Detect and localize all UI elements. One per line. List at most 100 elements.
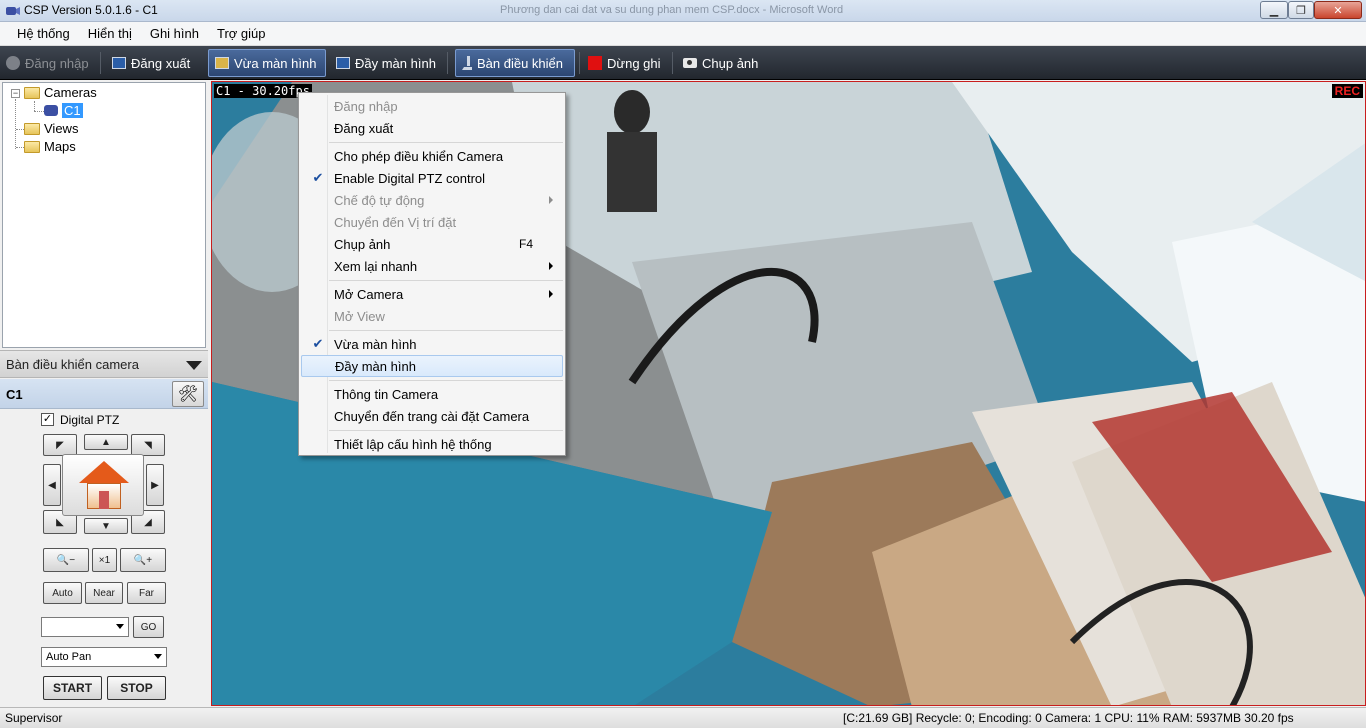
ptz-right-button[interactable]: ▶ <box>146 464 164 506</box>
zoom-reset-label: ×1 <box>98 554 111 566</box>
ptz-left-button[interactable]: ◀ <box>43 464 61 506</box>
fit-screen-icon <box>215 57 229 69</box>
ctx-login-label: Đăng nhập <box>334 98 398 114</box>
camera-panel-header[interactable]: Bàn điều khiển camera <box>0 350 208 378</box>
camera-panel-title: Bàn điều khiển camera <box>6 357 139 372</box>
maximize-button[interactable]: ❐ <box>1288 1 1314 19</box>
ctx-camera-info[interactable]: Thông tin Camera <box>301 383 563 405</box>
start-label: START <box>52 681 93 695</box>
toolbar-divider <box>100 52 101 74</box>
zoom-reset-button[interactable]: ×1 <box>92 548 117 572</box>
background-window-title: Phương dan cai dat va su dung phan mem C… <box>500 4 844 16</box>
submenu-arrow-icon <box>549 196 553 204</box>
ctx-snapshot-shortcut: F4 <box>518 237 533 251</box>
ptz-home-button[interactable] <box>62 454 144 516</box>
menu-separator <box>329 142 563 143</box>
ctx-login[interactable]: Đăng nhập <box>301 95 563 117</box>
control-panel-button[interactable]: Bàn điều khiển <box>455 49 575 77</box>
record-stop-icon <box>588 56 602 70</box>
ctx-full-screen[interactable]: Đầy màn hình <box>301 355 563 377</box>
ctx-logout[interactable]: Đăng xuất <box>301 117 563 139</box>
title-bar: CSP Version 5.0.1.6 - C1 Phương dan cai … <box>0 0 1366 22</box>
ctx-full-screen-label: Đầy màn hình <box>335 358 416 374</box>
ctx-allow-camera-control[interactable]: Cho phép điều khiển Camera <box>301 145 563 167</box>
ctx-snapshot[interactable]: Chụp ảnh F4 <box>301 233 563 255</box>
minimize-icon: ▁ <box>1269 4 1279 17</box>
login-button[interactable]: Đăng nhập <box>0 49 95 77</box>
ctx-snapshot-label: Chụp ảnh <box>334 236 391 252</box>
go-button[interactable]: GO <box>133 616 164 638</box>
menu-help[interactable]: Trợ giúp <box>208 26 275 41</box>
preset-dropdown[interactable] <box>41 617 129 637</box>
start-button[interactable]: START <box>43 676 102 700</box>
folder-icon <box>24 122 40 135</box>
focus-near-button[interactable]: Near <box>85 582 123 604</box>
arrow-up-right-icon: ◥ <box>144 439 152 451</box>
menu-bar: Hệ thống Hiển thị Ghi hình Trợ giúp <box>0 22 1366 46</box>
stop-record-button[interactable]: Dừng ghi <box>582 49 667 77</box>
camera-tools-button[interactable]: 🛠 <box>172 381 204 407</box>
status-bar: Supervisor [C:21.69 GB] Recycle: 0; Enco… <box>0 707 1366 728</box>
focus-far-button[interactable]: Far <box>127 582 166 604</box>
menu-record[interactable]: Ghi hình <box>141 26 208 41</box>
ptz-controls: ✓ Digital PTZ ◤ ▲ ◥ ◀ ▶ ◣ ▼ ◢ 🔍− ×1 🔍+ A… <box>0 410 208 705</box>
minimize-button[interactable]: ▁ <box>1260 1 1288 19</box>
menu-system[interactable]: Hệ thống <box>8 26 79 41</box>
ctx-auto-mode[interactable]: Chế độ tự động <box>301 189 563 211</box>
menu-view[interactable]: Hiển thị <box>79 26 141 41</box>
toolbar: Đăng nhập Đăng xuất Vừa màn hình Đầy màn… <box>0 46 1366 80</box>
menu-separator <box>329 430 563 431</box>
ctx-quick-review[interactable]: Xem lại nhanh <box>301 255 563 277</box>
close-button[interactable]: ✕ <box>1314 1 1362 19</box>
toolbar-divider <box>447 52 448 74</box>
ctx-quick-review-label: Xem lại nhanh <box>334 258 418 274</box>
ctx-open-camera[interactable]: Mở Camera <box>301 283 563 305</box>
collapse-arrow-icon[interactable] <box>186 361 202 370</box>
ptz-down-button[interactable]: ▼ <box>84 518 128 534</box>
snapshot-button[interactable]: Chụp ảnh <box>677 49 764 77</box>
zoom-in-button[interactable]: 🔍+ <box>120 548 166 572</box>
close-icon: ✕ <box>1333 4 1343 17</box>
ctx-fit-screen-label: Vừa màn hình <box>334 336 417 352</box>
collapse-icon[interactable]: − <box>11 89 20 98</box>
pattern-dropdown[interactable]: Auto Pan <box>41 647 167 667</box>
ctx-system-config[interactable]: Thiết lập cấu hình hệ thống <box>301 433 563 455</box>
arrow-down-right-icon: ◢ <box>144 516 152 528</box>
stop-button[interactable]: STOP <box>107 676 166 700</box>
ptz-up-right-button[interactable]: ◥ <box>131 434 165 456</box>
tree-item-views[interactable]: Views <box>24 121 78 136</box>
menu-separator <box>329 380 563 381</box>
home-icon <box>79 461 129 483</box>
full-screen-button[interactable]: Đầy màn hình <box>330 49 442 77</box>
logout-button[interactable]: Đăng xuất <box>106 49 196 77</box>
tree-item-cameras[interactable]: Cameras <box>24 85 97 100</box>
dropdown-arrow-icon <box>154 654 162 659</box>
ptz-up-button[interactable]: ▲ <box>84 434 128 450</box>
tree-item-camera-c1[interactable]: C1 <box>44 103 83 118</box>
zoom-in-icon: 🔍+ <box>133 554 153 566</box>
ctx-enable-dptz-label: Enable Digital PTZ control <box>334 170 486 186</box>
ctx-goto-preset[interactable]: Chuyển đến Vị trí đặt <box>301 211 563 233</box>
ctx-system-config-label: Thiết lập cấu hình hệ thống <box>334 436 492 452</box>
arrow-up-icon: ▲ <box>101 436 111 448</box>
ctx-enable-digital-ptz[interactable]: ✔ Enable Digital PTZ control <box>301 167 563 189</box>
ctx-open-view[interactable]: Mở View <box>301 305 563 327</box>
window-title: CSP Version 5.0.1.6 - C1 <box>24 3 158 17</box>
zoom-out-button[interactable]: 🔍− <box>43 548 89 572</box>
ptz-up-left-button[interactable]: ◤ <box>43 434 77 456</box>
ctx-camera-info-label: Thông tin Camera <box>334 386 439 402</box>
ctx-fit-screen[interactable]: ✔ Vừa màn hình <box>301 333 563 355</box>
digital-ptz-checkbox[interactable]: ✓ <box>41 413 54 426</box>
camera-icon <box>44 105 58 116</box>
full-screen-icon <box>336 57 350 69</box>
zoom-out-icon: 🔍− <box>56 554 76 566</box>
ctx-open-camera-label: Mở Camera <box>334 286 404 302</box>
fit-screen-button[interactable]: Vừa màn hình <box>208 49 326 77</box>
camera-tree: − Cameras C1 Views Maps <box>2 82 206 348</box>
pattern-value: Auto Pan <box>46 651 92 663</box>
tree-item-maps[interactable]: Maps <box>24 139 76 154</box>
focus-auto-button[interactable]: Auto <box>43 582 82 604</box>
submenu-arrow-icon <box>549 262 553 270</box>
focus-near-label: Near <box>93 587 115 599</box>
ctx-goto-camera-settings[interactable]: Chuyển đến trang cài đặt Camera <box>301 405 563 427</box>
